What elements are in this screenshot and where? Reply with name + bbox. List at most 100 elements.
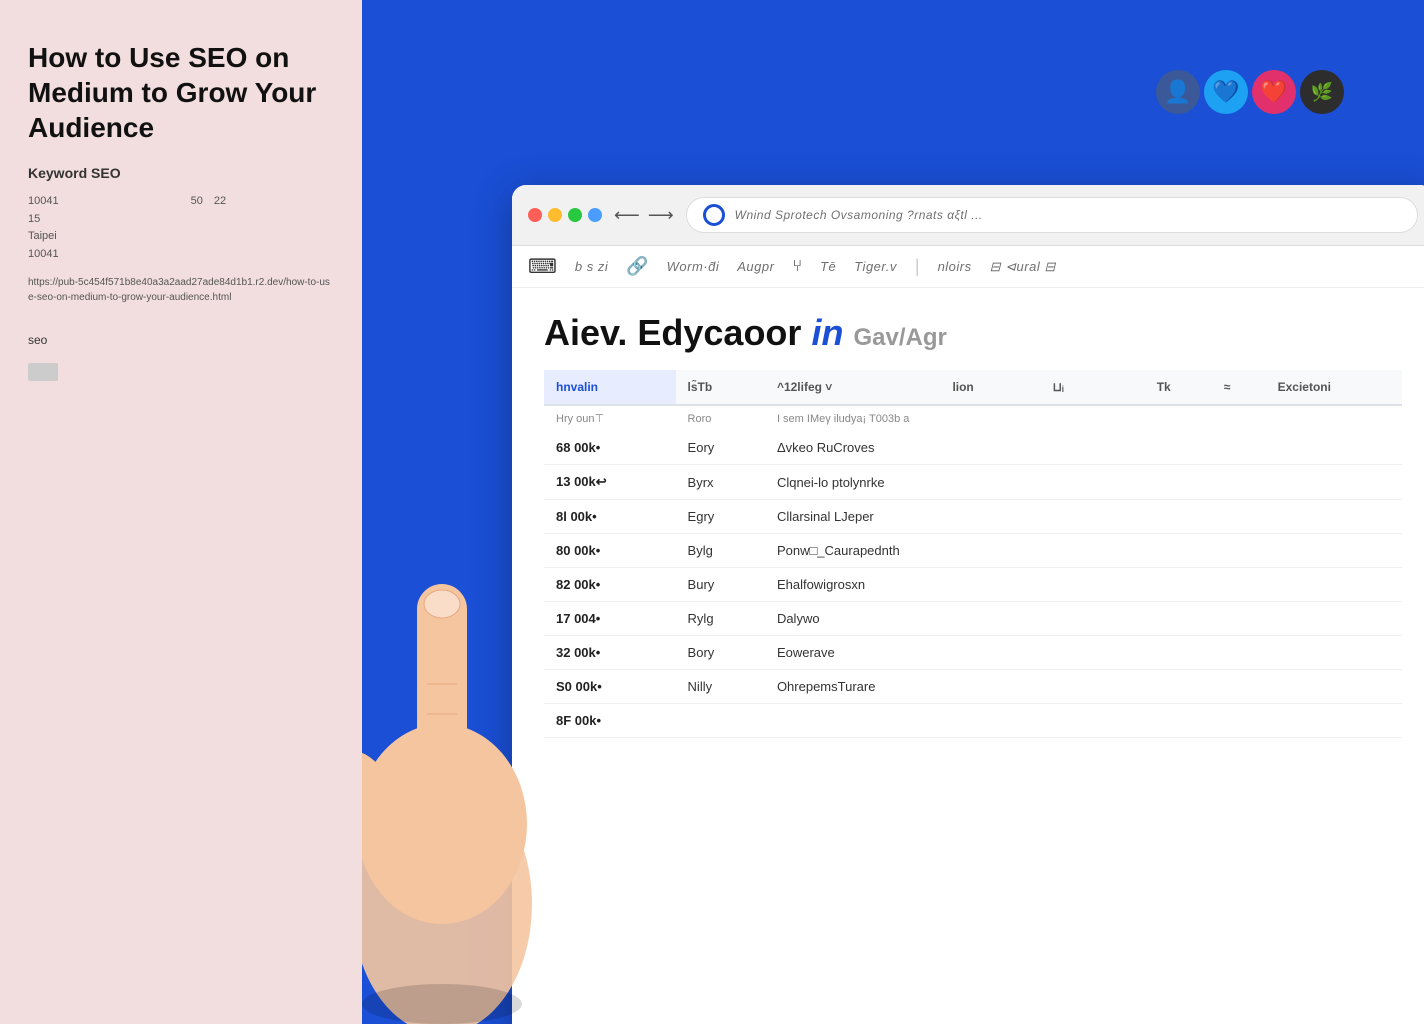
browser-toolbar: ⌨ b s zi 🔗 Worm·d̃i Augpr ⑂ Tē Tiger.v |… [512, 246, 1424, 288]
content-title-3: Gav/Agr [853, 324, 946, 351]
row-6-col2: Bory [676, 636, 765, 670]
logo-icons: 👤 💙 ❤️ 🌿 [1156, 70, 1344, 114]
row-2-col2: Egry [676, 500, 765, 534]
browser-circle-icon [703, 204, 725, 226]
row-8-col2 [676, 704, 765, 738]
col-header-9: Excietoni [1266, 370, 1402, 405]
traffic-lights [528, 208, 602, 222]
logo-icon-3: ❤️ [1252, 70, 1296, 114]
address-bar-text[interactable]: Wnind Sprotech Ovsamoning ?rnats αξtl ..… [735, 208, 983, 222]
row-4-col1: 82 00k• [544, 568, 676, 602]
close-button[interactable] [528, 208, 542, 222]
meta-line-1: 10041 50 22 [28, 193, 334, 211]
table-row[interactable]: S0 00k•NillyOhrepemsTurare [544, 670, 1402, 704]
leaf-icon: 🌿 [1311, 82, 1333, 103]
browser-window: ⟵ ⟶ Wnind Sprotech Ovsamoning ?rnats αξt… [512, 185, 1424, 1024]
row-5-col2: Rylg [676, 602, 765, 636]
data-table: hnvalin ls̃Tb ^12lifeg ˅ lion ⊔ᵢ Tk ≈ Ex… [544, 370, 1402, 738]
table-subheader-row: Hry oun⊤ Roro I sem IMeγ iludya¡ T003b a [544, 405, 1402, 431]
table-row[interactable]: 68 00k•EoryΔvkeo RuCroves [544, 431, 1402, 465]
browser-content: Aiev. Edycaoor in Gav/Agr hnvalin ls̃Tb … [512, 288, 1424, 1024]
row-6-col3: Eowerave [765, 636, 1402, 670]
table-row[interactable]: 82 00k•BuryEhalfowigrosxn [544, 568, 1402, 602]
col-header-4: lion [940, 370, 1040, 405]
toolbar-item-ural[interactable]: ⊟ ⊲ural ⊟ [990, 259, 1056, 275]
address-bar[interactable]: Wnind Sprotech Ovsamoning ?rnats αξtl ..… [686, 197, 1418, 233]
forward-icon[interactable]: ⟶ [648, 205, 674, 226]
toolbar-item-augpr[interactable]: Augpr [737, 259, 774, 274]
row-3-col1: 80 00k• [544, 534, 676, 568]
col-header-3: ^12lifeg ˅ [765, 370, 941, 405]
heart-red-icon: ❤️ [1260, 79, 1287, 105]
keyboard-icon: ⌨ [528, 254, 557, 279]
page-title: How to Use SEO on Medium to Grow Your Au… [28, 40, 334, 145]
toolbar-item-wormd[interactable]: Worm·d̃i [667, 259, 720, 274]
tag-box [28, 363, 58, 381]
meta-line-2: 15 [28, 211, 334, 229]
toolbar-keyboard-icon[interactable]: ⌨ [528, 254, 557, 279]
row-3-col2: Bylg [676, 534, 765, 568]
col-header-8: ≈ [1212, 370, 1266, 405]
meta-line-3: Taipei [28, 228, 334, 246]
row-2-col3: Cllarsinal LJeper [765, 500, 1402, 534]
toolbar-fork-icon: ⑂ [792, 258, 802, 276]
subheader-empty [1041, 405, 1402, 431]
row-0-col1: 68 00k• [544, 431, 676, 465]
content-title-1: Aiev. Edycaoor [544, 312, 801, 353]
nav-controls: ⟵ ⟶ [614, 205, 674, 226]
row-6-col1: 32 00k• [544, 636, 676, 670]
back-icon[interactable]: ⟵ [614, 205, 640, 226]
toolbar-divider: | [915, 256, 920, 277]
browser-chrome: ⟵ ⟶ Wnind Sprotech Ovsamoning ?rnats αξt… [512, 185, 1424, 246]
toolbar-item-te[interactable]: Tē [820, 259, 836, 274]
table-row[interactable]: 80 00k•BylgPonw□_Caurapednth [544, 534, 1402, 568]
table-row[interactable]: 8l 00k•EgryCllarsinal LJeper [544, 500, 1402, 534]
row-8-col3 [765, 704, 1402, 738]
table-row[interactable]: 17 004•RylgDalywo [544, 602, 1402, 636]
url-info[interactable]: https://pub-5c454f571b8e40a3a2aad27ade84… [28, 275, 334, 305]
table-row[interactable]: 32 00k•BoryEowerave [544, 636, 1402, 670]
toolbar-item-tigern[interactable]: Tiger.v [854, 259, 897, 274]
row-5-col3: Dalywo [765, 602, 1402, 636]
subheader-1: Hry oun⊤ [544, 405, 676, 431]
col-header-7: Tk [1145, 370, 1212, 405]
toolbar-item-2[interactable]: b s zi [575, 259, 608, 274]
left-panel: How to Use SEO on Medium to Grow Your Au… [0, 0, 362, 1024]
row-8-col1: 8F 00k• [544, 704, 676, 738]
person-icon: 👤 [1164, 79, 1191, 105]
subheader-3: I sem IMeγ iludya¡ T003b a [765, 405, 1041, 431]
content-title-2: in [811, 312, 843, 353]
table-row[interactable]: 8F 00k• [544, 704, 1402, 738]
col-header-2: ls̃Tb [676, 370, 765, 405]
meta-info: 10041 50 22 15 Taipei 10041 [28, 193, 334, 263]
heart-blue-icon: 💙 [1212, 79, 1239, 105]
row-1-col2: Byrx [676, 465, 765, 500]
col-header-5: ⊔ᵢ [1041, 370, 1103, 405]
col-header-6 [1102, 370, 1144, 405]
row-4-col3: Ehalfowigrosxn [765, 568, 1402, 602]
maximize-button[interactable] [568, 208, 582, 222]
row-5-col1: 17 004• [544, 602, 676, 636]
keyword-label: Keyword SEO [28, 165, 334, 181]
row-0-col2: Eory [676, 431, 765, 465]
table-header-row: hnvalin ls̃Tb ^12lifeg ˅ lion ⊔ᵢ Tk ≈ Ex… [544, 370, 1402, 405]
extra-button[interactable] [588, 208, 602, 222]
logo-icon-2: 💙 [1204, 70, 1248, 114]
logo-icon-4: 🌿 [1300, 70, 1344, 114]
table-body: 68 00k•EoryΔvkeo RuCroves13 00k↩ByrxClqn… [544, 431, 1402, 738]
row-3-col3: Ponw□_Caurapednth [765, 534, 1402, 568]
col-header-1: hnvalin [544, 370, 676, 405]
row-7-col1: S0 00k• [544, 670, 676, 704]
table-row[interactable]: 13 00k↩ByrxClqnei-lo ptolynrke [544, 465, 1402, 500]
subheader-2: Roro [676, 405, 765, 431]
row-7-col3: OhrepemsTurare [765, 670, 1402, 704]
minimize-button[interactable] [548, 208, 562, 222]
toolbar-link-icon[interactable]: 🔗 [626, 256, 648, 277]
toolbar-item-nloirs[interactable]: nloirs [938, 259, 972, 274]
row-1-col3: Clqnei-lo ptolynrke [765, 465, 1402, 500]
row-7-col2: Nilly [676, 670, 765, 704]
row-1-col1: 13 00k↩ [544, 465, 676, 500]
tag-label: seo [28, 333, 334, 347]
right-panel: 👤 💙 ❤️ 🌿 ⟵ ⟶ Wnind [362, 0, 1424, 1024]
row-2-col1: 8l 00k• [544, 500, 676, 534]
